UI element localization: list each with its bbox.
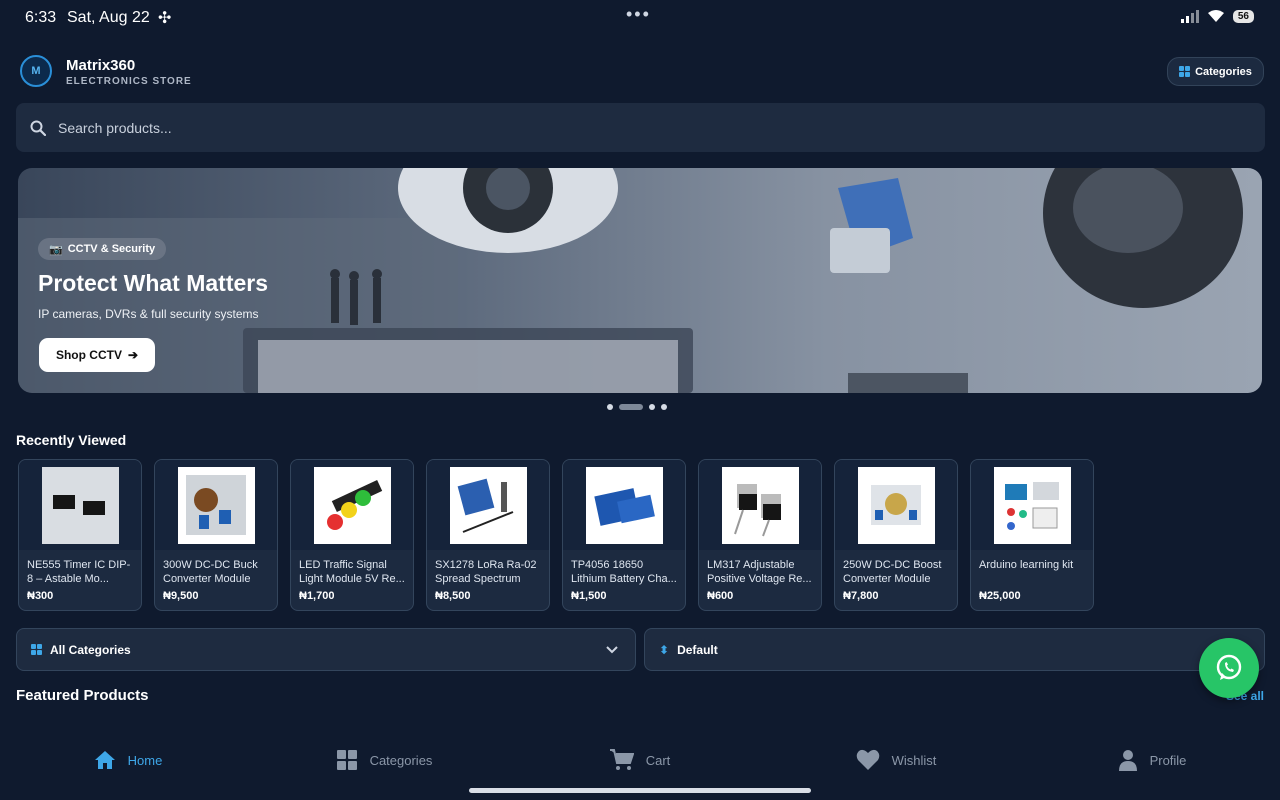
camera-icon: 📷 bbox=[49, 243, 63, 256]
nav-categories[interactable]: Categories bbox=[256, 730, 512, 790]
brand-name: Matrix360 bbox=[66, 57, 136, 74]
whatsapp-button[interactable] bbox=[1199, 638, 1259, 698]
product-image-charger-board bbox=[585, 466, 663, 544]
carousel-dot[interactable] bbox=[619, 404, 643, 410]
nav-cart[interactable]: Cart bbox=[512, 730, 768, 790]
product-name: SX1278 LoRa Ra-02 Spread Spectrum W... bbox=[435, 559, 537, 588]
cart-icon bbox=[609, 749, 634, 770]
carousel-indicator[interactable] bbox=[607, 404, 667, 410]
product-image-traffic-light bbox=[313, 466, 391, 544]
store-logo[interactable]: M bbox=[20, 55, 52, 87]
banner-subtitle: IP cameras, DVRs & full security systems bbox=[38, 307, 259, 321]
carousel-dot[interactable] bbox=[607, 404, 613, 410]
nav-home-label: Home bbox=[127, 752, 163, 768]
product-name: 250W DC-DC Boost Converter Module C... bbox=[843, 559, 942, 588]
product-name: Arduino learning kit bbox=[979, 559, 1074, 571]
product-card[interactable]: Arduino learning kit ₦25,000 bbox=[970, 459, 1094, 611]
product-image-lora-module bbox=[449, 466, 527, 544]
categories-button-label: Categories bbox=[1195, 65, 1252, 78]
product-price: ₦7,800 bbox=[843, 590, 879, 602]
fan-icon: ✣ bbox=[158, 10, 172, 27]
signal-icon bbox=[1180, 9, 1199, 23]
battery-icon: 56 bbox=[1232, 9, 1254, 23]
whatsapp-icon bbox=[1216, 654, 1242, 680]
product-image-arduino-kit bbox=[993, 466, 1071, 544]
product-card[interactable]: 300W DC-DC Buck Converter Module C... ₦9… bbox=[154, 459, 278, 611]
product-price: ₦300 bbox=[27, 590, 54, 602]
product-price: ₦1,500 bbox=[571, 590, 607, 602]
home-indicator[interactable] bbox=[469, 788, 811, 793]
carousel-dot[interactable] bbox=[661, 404, 667, 410]
product-card[interactable]: NE555 Timer IC DIP-8 – Astable Mo... ₦30… bbox=[18, 459, 142, 611]
product-price: ₦8,500 bbox=[435, 590, 471, 602]
wifi-icon bbox=[1207, 10, 1224, 22]
heart-icon bbox=[856, 749, 879, 770]
nav-home[interactable]: Home bbox=[0, 730, 256, 790]
product-price: ₦1,700 bbox=[299, 590, 335, 602]
sort-value: Default bbox=[677, 642, 718, 657]
status-date: Sat, Aug 22 bbox=[67, 9, 150, 26]
product-image-buck-converter bbox=[177, 466, 255, 544]
product-name: LED Traffic Signal Light Module 5V Re... bbox=[299, 559, 405, 585]
product-image-boost-converter bbox=[857, 466, 935, 544]
sort-icon: ⬍ bbox=[659, 642, 670, 657]
search-input[interactable] bbox=[58, 119, 1158, 136]
product-image-ic-chips bbox=[41, 466, 119, 544]
product-card[interactable]: SX1278 LoRa Ra-02 Spread Spectrum W... ₦… bbox=[426, 459, 550, 611]
search-icon bbox=[30, 120, 46, 136]
grid-icon bbox=[31, 644, 42, 655]
nav-wishlist[interactable]: Wishlist bbox=[768, 730, 1024, 790]
arrow-right-icon: ➔ bbox=[127, 348, 139, 362]
product-card[interactable]: LM317 Adjustable Positive Voltage Re... … bbox=[698, 459, 822, 611]
search-bar[interactable] bbox=[16, 103, 1265, 152]
product-image-lm317 bbox=[721, 466, 799, 544]
product-card[interactable]: LED Traffic Signal Light Module 5V Re...… bbox=[290, 459, 414, 611]
category-filter-value: All Categories bbox=[50, 642, 131, 657]
status-icons: 56 bbox=[1180, 9, 1254, 23]
product-card[interactable]: TP4056 18650 Lithium Battery Cha... ₦1,5… bbox=[562, 459, 686, 611]
categories-button[interactable]: Categories bbox=[1167, 57, 1264, 86]
nav-cart-label: Cart bbox=[645, 752, 671, 768]
product-name: LM317 Adjustable Positive Voltage Re... bbox=[707, 559, 812, 585]
product-price: ₦9,500 bbox=[163, 590, 199, 602]
shop-cctv-button[interactable]: Shop CCTV ➔ bbox=[39, 338, 155, 372]
nav-profile-label: Profile bbox=[1149, 752, 1187, 768]
banner-tag-label: CCTV & Security bbox=[67, 243, 156, 255]
home-icon bbox=[94, 751, 115, 769]
product-name: TP4056 18650 Lithium Battery Cha... bbox=[571, 559, 677, 585]
status-time: 6:33 bbox=[25, 9, 57, 26]
promo-banner[interactable]: 📷 CCTV & Security Protect What Matters I… bbox=[18, 168, 1262, 393]
nav-categories-label: Categories bbox=[369, 752, 433, 768]
carousel-dot[interactable] bbox=[649, 404, 655, 410]
bottom-navigation: Home Categories Cart Wishlist Profile bbox=[0, 730, 1280, 790]
product-name: 300W DC-DC Buck Converter Module C... bbox=[163, 559, 258, 588]
product-price: ₦25,000 bbox=[979, 590, 1021, 602]
grid-icon bbox=[1179, 66, 1191, 77]
nav-profile[interactable]: Profile bbox=[1024, 730, 1280, 790]
product-price: ₦600 bbox=[707, 590, 734, 602]
banner-category-tag: 📷 CCTV & Security bbox=[38, 238, 167, 260]
nav-wishlist-label: Wishlist bbox=[891, 752, 937, 768]
sort-select[interactable]: ⬍ Default bbox=[644, 628, 1265, 671]
chevron-down-icon bbox=[606, 646, 618, 654]
recently-viewed-title: Recently Viewed bbox=[16, 432, 127, 448]
brand-subtitle: ELECTRONICS STORE bbox=[66, 76, 192, 87]
grid-icon bbox=[336, 750, 357, 770]
user-icon bbox=[1118, 750, 1137, 771]
category-filter-select[interactable]: All Categories bbox=[16, 628, 636, 671]
recently-viewed-list: NE555 Timer IC DIP-8 – Astable Mo... ₦30… bbox=[18, 459, 1094, 611]
product-name: NE555 Timer IC DIP-8 – Astable Mo... bbox=[27, 559, 131, 585]
shop-cctv-label: Shop CCTV bbox=[55, 348, 122, 362]
product-card[interactable]: 250W DC-DC Boost Converter Module C... ₦… bbox=[834, 459, 958, 611]
status-bar: 6:33 Sat, Aug 22 ✣ ••• 56 bbox=[0, 0, 1280, 36]
more-dots-icon[interactable]: ••• bbox=[626, 4, 651, 25]
banner-title: Protect What Matters bbox=[38, 270, 269, 296]
featured-products-title: Featured Products bbox=[16, 687, 149, 704]
